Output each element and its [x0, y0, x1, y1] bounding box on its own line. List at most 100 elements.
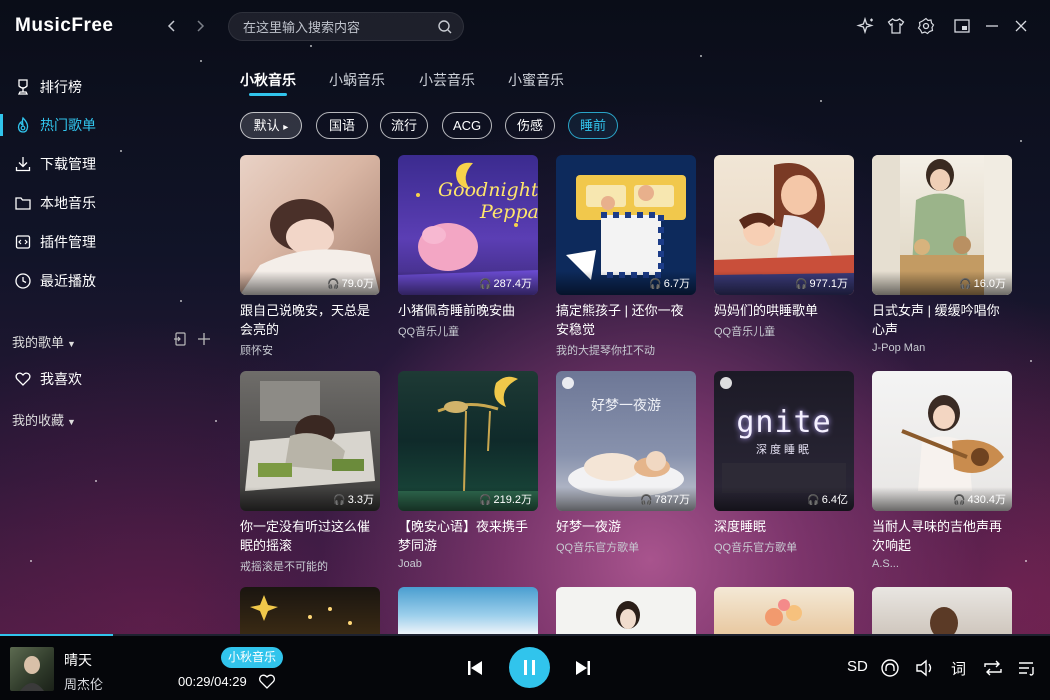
folder-icon: [15, 197, 31, 210]
sidebar-item-charts[interactable]: 排行榜: [0, 72, 130, 102]
filter-chip-bedtime[interactable]: 睡前: [568, 112, 618, 139]
filter-chip-acg[interactable]: ACG: [442, 112, 492, 139]
tab-xiaoyun[interactable]: 小芸音乐: [419, 70, 475, 90]
playlist-cover[interactable]: 🎧 79.0万: [240, 155, 380, 295]
tab-xiaowo[interactable]: 小蜗音乐: [329, 70, 385, 90]
sidebar-item-label: 我喜欢: [40, 371, 82, 387]
playlist-cover[interactable]: 🎧 219.2万: [398, 371, 538, 511]
back-button[interactable]: [162, 16, 182, 36]
playlist-author: J-Pop Man: [872, 342, 926, 354]
progress-fill: [0, 634, 114, 636]
search-input[interactable]: [243, 18, 433, 36]
repeat-icon[interactable]: [982, 658, 1004, 678]
playlist-cover[interactable]: 🎧 6.7万: [556, 155, 696, 295]
playlist-title[interactable]: 深度睡眠: [714, 517, 854, 536]
playlist-author: A.S...: [872, 558, 899, 570]
filter-chip-mandarin[interactable]: 国语: [316, 112, 368, 139]
tab-xiaoqiu[interactable]: 小秋音乐: [240, 70, 296, 90]
clock-icon: [15, 273, 31, 289]
play-count-value: 6.4亿: [821, 494, 848, 506]
sidebar-item-favorites[interactable]: 我喜欢: [0, 364, 130, 394]
cover-text: 好梦一夜游: [591, 397, 661, 413]
play-count: 🎧 219.2万: [398, 487, 538, 511]
playlist-author: 我的大提琴你扛不动: [556, 345, 655, 357]
sidebar-item-local-music[interactable]: 本地音乐: [0, 188, 130, 218]
title-bar: MusicFree: [0, 0, 1050, 54]
headphones-icon: 🎧: [795, 279, 808, 290]
headphones-icon: 🎧: [953, 495, 966, 506]
filter-default-label: 默认: [253, 118, 280, 133]
playlist-cover[interactable]: [240, 587, 380, 635]
my-playlists-label: 我的歌单: [12, 335, 65, 350]
volume-icon[interactable]: [914, 658, 936, 678]
quality-button[interactable]: SD: [847, 658, 868, 678]
skin-shirt-icon[interactable]: [886, 16, 906, 36]
settings-gear-icon[interactable]: [916, 16, 936, 36]
playlist-cover[interactable]: 好梦一夜游 🎧 7877万: [556, 371, 696, 511]
playlist-cover[interactable]: [714, 587, 854, 635]
playlist-cover[interactable]: 🎧 3.3万: [240, 371, 380, 511]
playlist-title[interactable]: 【晚安心语】夜来携手梦同游: [398, 517, 538, 555]
playlist-title[interactable]: 当耐人寻味的吉他声再次响起: [872, 517, 1012, 555]
play-count-value: 6.7万: [663, 278, 690, 290]
headphones-icon: 🎧: [959, 279, 972, 290]
playlist-title[interactable]: 妈妈们的哄睡歌单: [714, 301, 854, 320]
tab-xiaomi[interactable]: 小蜜音乐: [508, 70, 564, 90]
previous-track-icon[interactable]: [463, 656, 487, 680]
sidebar-item-recent[interactable]: 最近播放: [0, 266, 130, 296]
progress-bar[interactable]: [0, 634, 1050, 636]
chevron-left-icon: [167, 20, 175, 32]
play-count-value: 16.0万: [973, 278, 1006, 290]
playlist-cover[interactable]: [556, 587, 696, 635]
pause-button[interactable]: [509, 647, 550, 688]
filter-default[interactable]: 默认 ▸: [240, 112, 302, 139]
playlist-cover[interactable]: 🎧 977.1万: [714, 155, 854, 295]
song-artist[interactable]: 周杰伦: [64, 674, 103, 693]
playlist-author: QQ音乐官方歌单: [556, 542, 640, 554]
playlist-title[interactable]: 你一定没有听过这么催眠的摇滚: [240, 517, 380, 555]
playlist-title[interactable]: 搞定熊孩子 | 还你一夜安稳觉: [556, 301, 696, 339]
filter-chip-pop[interactable]: 流行: [380, 112, 428, 139]
album-art[interactable]: [10, 647, 54, 691]
my-collection-header[interactable]: 我的收藏 ▼: [12, 410, 76, 429]
playlist-cover[interactable]: [398, 587, 538, 635]
active-tab-indicator: [249, 93, 287, 96]
playlist-author: 戒摇滚是不可能的: [240, 561, 328, 573]
mini-mode-icon[interactable]: [952, 16, 972, 36]
next-track-icon[interactable]: [571, 656, 595, 680]
filter-chip-sad[interactable]: 伤感: [505, 112, 555, 139]
headphones-icon: 🎧: [327, 279, 340, 290]
sidebar-item-downloads[interactable]: 下载管理: [0, 149, 130, 179]
play-count: 🎧 79.0万: [240, 271, 380, 295]
playlist-cover[interactable]: gnite 深度睡眠 🎧 6.4亿: [714, 371, 854, 511]
playlist-cover[interactable]: 🎧 16.0万: [872, 155, 1012, 295]
my-playlists-header[interactable]: 我的歌单 ▼: [12, 332, 76, 351]
app-logo: MusicFree: [15, 15, 114, 36]
headphones-icon: 🎧: [479, 495, 492, 506]
playlist-title[interactable]: 日式女声 | 缓缓吟唱你心声: [872, 301, 1012, 339]
playlist-queue-icon[interactable]: [1016, 658, 1038, 678]
theme-sparkle-icon[interactable]: [856, 16, 876, 36]
playlist-author: QQ音乐儿童: [398, 326, 460, 338]
lyrics-button[interactable]: 词: [951, 658, 966, 678]
close-icon[interactable]: [1011, 16, 1031, 36]
playlist-cover[interactable]: 🎧 430.4万: [872, 371, 1012, 511]
add-playlist-icon[interactable]: [196, 331, 212, 347]
sound-effect-icon[interactable]: [879, 658, 901, 678]
song-title[interactable]: 晴天: [64, 650, 92, 670]
import-playlist-icon[interactable]: [172, 331, 188, 347]
playlist-cover[interactable]: [872, 587, 1012, 635]
player-bar: 晴天 周杰伦 小秋音乐 00:29/04:29 SD 词: [0, 634, 1050, 700]
search-box[interactable]: [228, 12, 464, 41]
sidebar-item-label: 排行榜: [40, 79, 82, 95]
playlist-title[interactable]: 跟自己说晚安，天总是会亮的: [240, 301, 380, 339]
playlist-title[interactable]: 小猪佩奇睡前晚安曲: [398, 301, 538, 320]
sidebar-item-plugins[interactable]: 插件管理: [0, 227, 130, 257]
minimize-icon[interactable]: [982, 16, 1002, 36]
sidebar-item-hot-playlists[interactable]: 热门歌单: [0, 110, 130, 140]
forward-button[interactable]: [190, 16, 210, 36]
heart-icon[interactable]: [258, 673, 276, 689]
search-icon[interactable]: [437, 19, 453, 35]
playlist-title[interactable]: 好梦一夜游: [556, 517, 696, 536]
playlist-cover[interactable]: Goodnight Peppa 🎧 287.4万: [398, 155, 538, 295]
